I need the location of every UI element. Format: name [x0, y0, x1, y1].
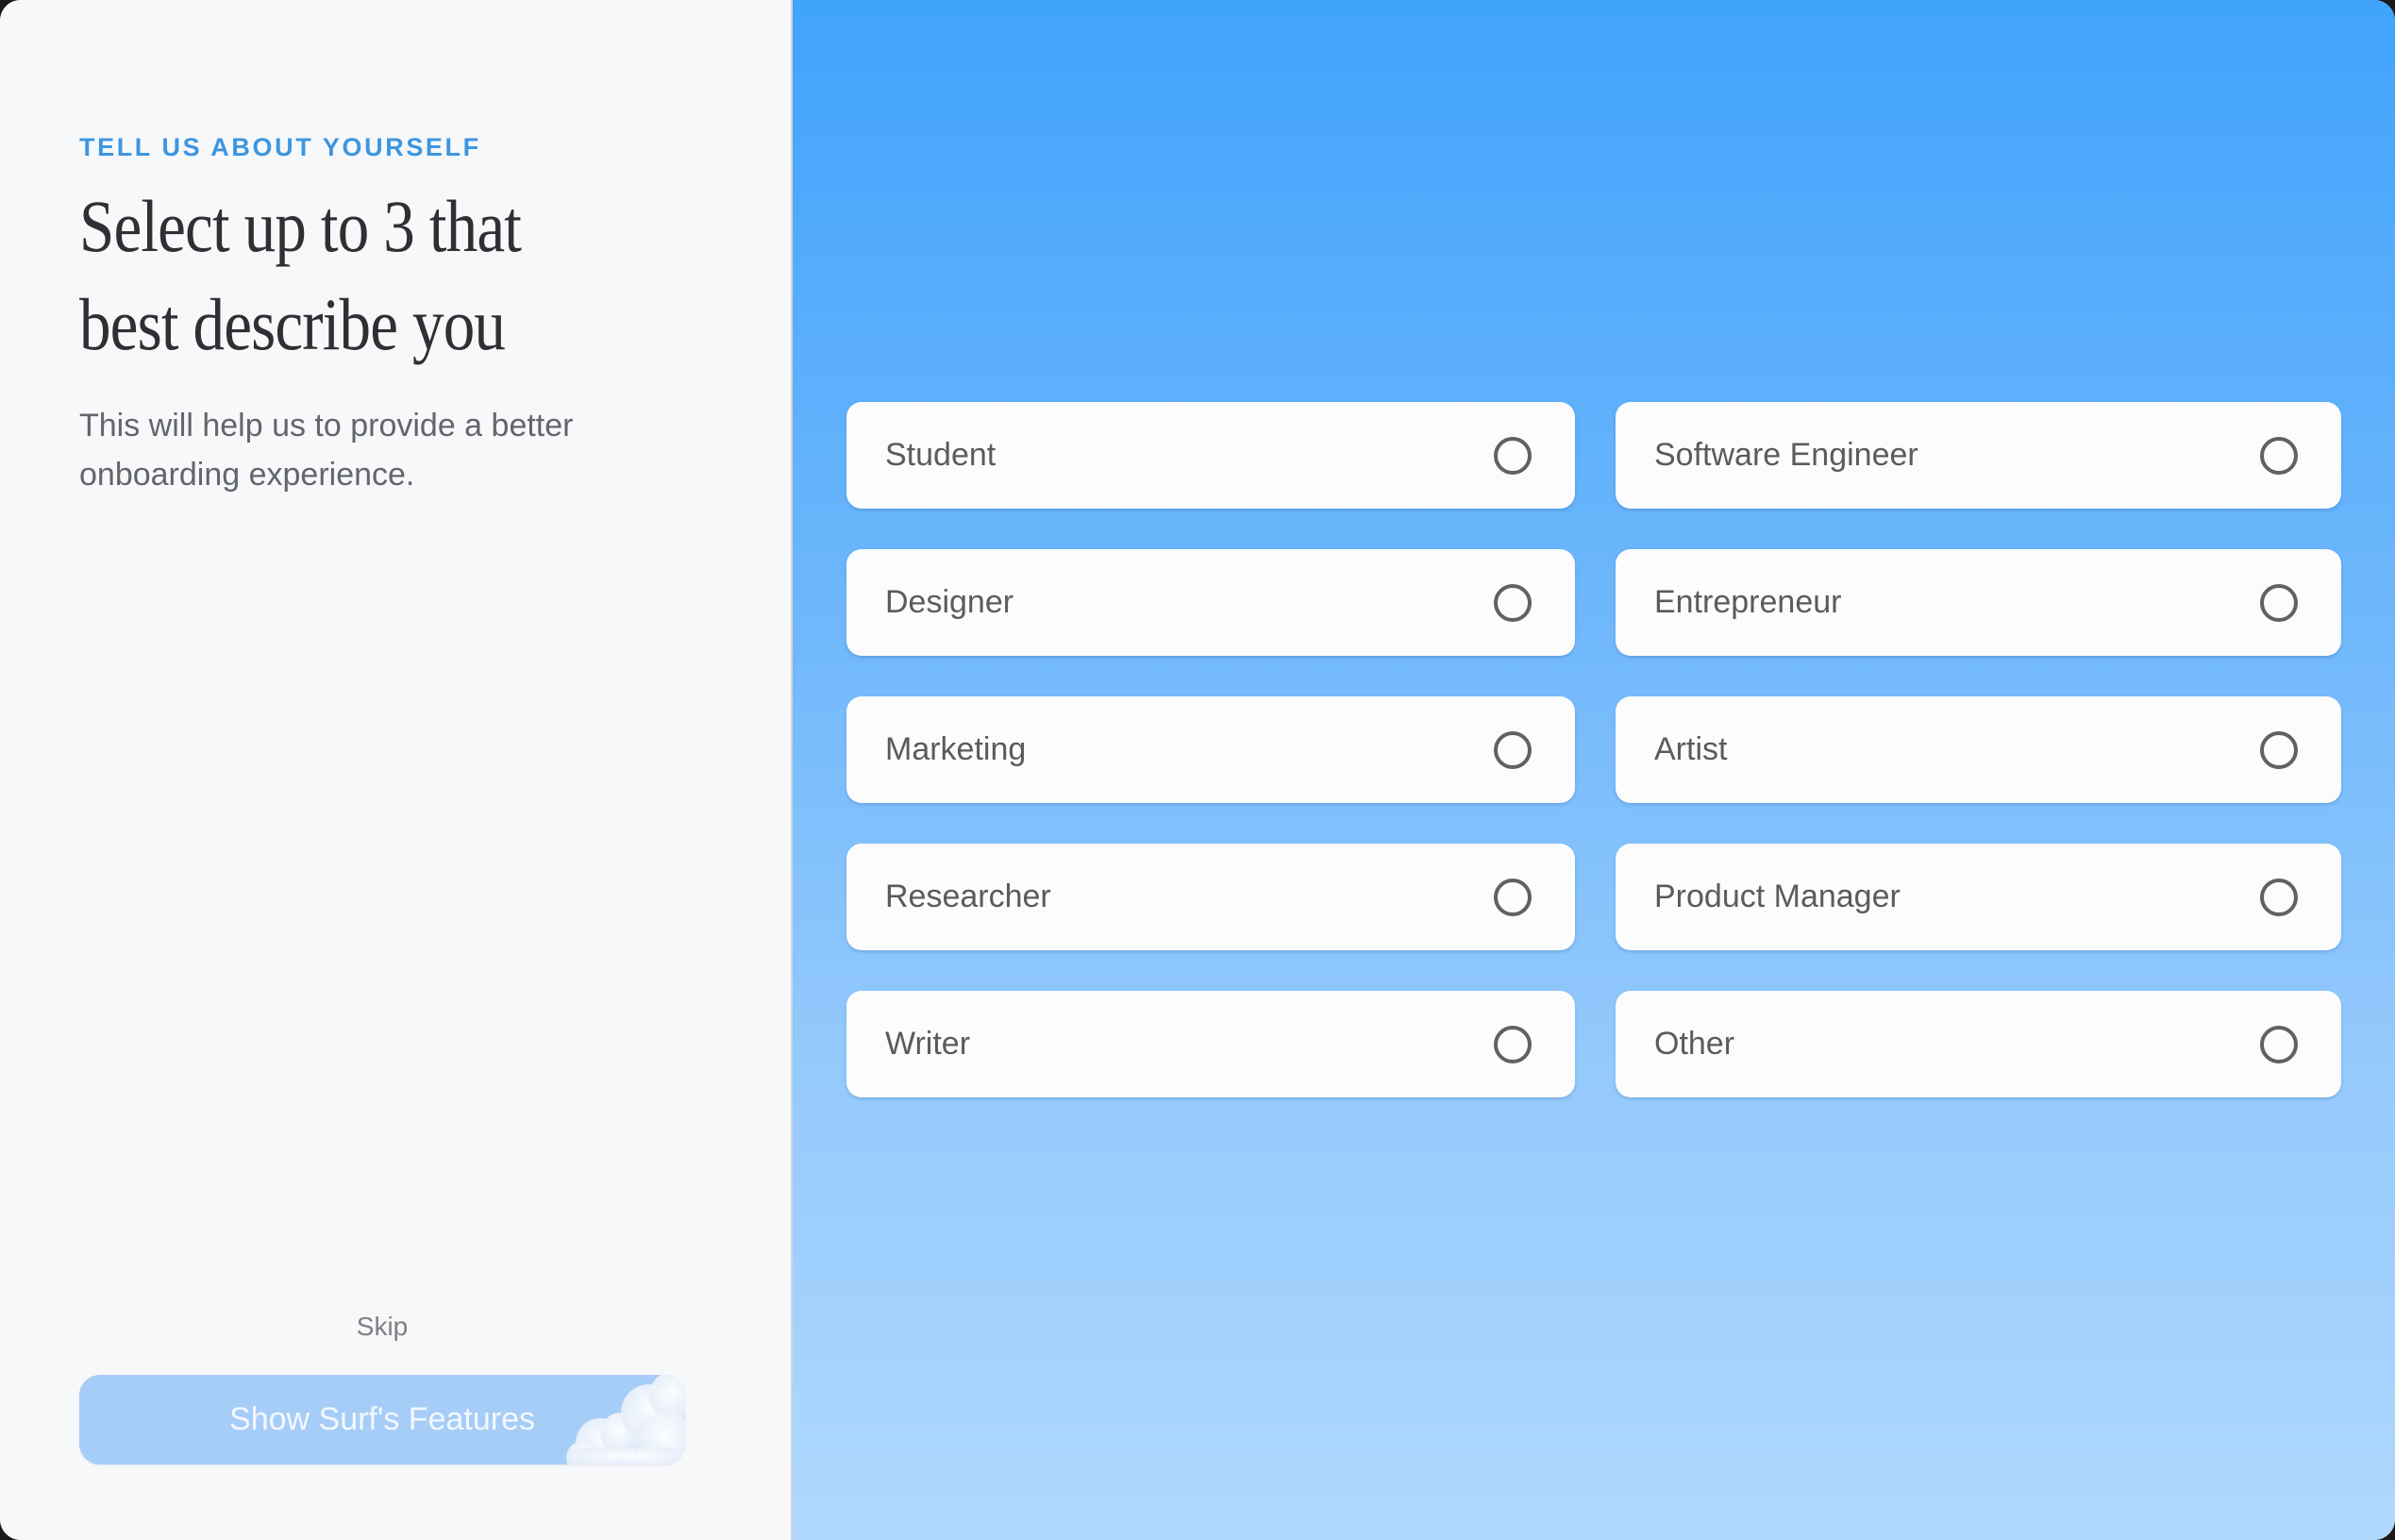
onboarding-window: TELL US ABOUT YOURSELF Select up to 3 th…	[0, 0, 2395, 1540]
skip-link[interactable]: Skip	[79, 1312, 685, 1342]
eyebrow-label: TELL US ABOUT YOURSELF	[79, 133, 481, 161]
radio-unchecked-icon[interactable]	[1494, 879, 1532, 916]
option-card-researcher[interactable]: Researcher	[846, 844, 1575, 950]
option-card-product-manager[interactable]: Product Manager	[1616, 844, 2341, 950]
option-label: Designer	[885, 584, 1014, 620]
page-title-line-1: Select up to 3 that	[79, 185, 522, 267]
option-card-artist[interactable]: Artist	[1616, 696, 2341, 803]
description-text: This will help us to provide a better on…	[79, 408, 574, 493]
option-label: Product Manager	[1654, 879, 1901, 914]
radio-unchecked-icon[interactable]	[1494, 1026, 1532, 1063]
option-label: Student	[885, 437, 997, 473]
radio-unchecked-icon[interactable]	[1494, 584, 1532, 622]
option-label: Writer	[885, 1026, 971, 1062]
radio-unchecked-icon[interactable]	[2260, 584, 2298, 622]
radio-unchecked-icon[interactable]	[2260, 1026, 2298, 1063]
page-title-line-2: best describe you	[79, 283, 506, 365]
show-features-button-label: Show Surf's Features	[229, 1401, 535, 1437]
option-card-designer[interactable]: Designer	[846, 549, 1575, 656]
options-panel: Student Software Engineer Designer Entrepre…	[793, 0, 2395, 1540]
option-card-writer[interactable]: Writer	[846, 991, 1575, 1097]
radio-unchecked-icon[interactable]	[2260, 731, 2298, 769]
option-card-software-engineer[interactable]: Software Engineer	[1616, 402, 2341, 509]
option-card-entrepreneur[interactable]: Entrepreneur	[1616, 549, 2341, 656]
show-features-button[interactable]: Show Surf's Features	[79, 1375, 685, 1465]
option-label: Software Engineer	[1654, 437, 1918, 473]
option-card-marketing[interactable]: Marketing	[846, 696, 1575, 803]
option-card-other[interactable]: Other	[1616, 991, 2341, 1097]
option-label: Marketing	[885, 731, 1027, 767]
left-panel: TELL US ABOUT YOURSELF Select up to 3 th…	[0, 0, 793, 1540]
option-label: Artist	[1654, 731, 1728, 767]
page-title: Select up to 3 that best describe you	[79, 177, 522, 374]
option-label: Researcher	[885, 879, 1051, 914]
option-card-student[interactable]: Student	[846, 402, 1575, 509]
radio-unchecked-icon[interactable]	[1494, 731, 1532, 769]
radio-unchecked-icon[interactable]	[1494, 437, 1532, 475]
radio-unchecked-icon[interactable]	[2260, 437, 2298, 475]
radio-unchecked-icon[interactable]	[2260, 879, 2298, 916]
option-label: Entrepreneur	[1654, 584, 1842, 620]
option-label: Other	[1654, 1026, 1735, 1062]
